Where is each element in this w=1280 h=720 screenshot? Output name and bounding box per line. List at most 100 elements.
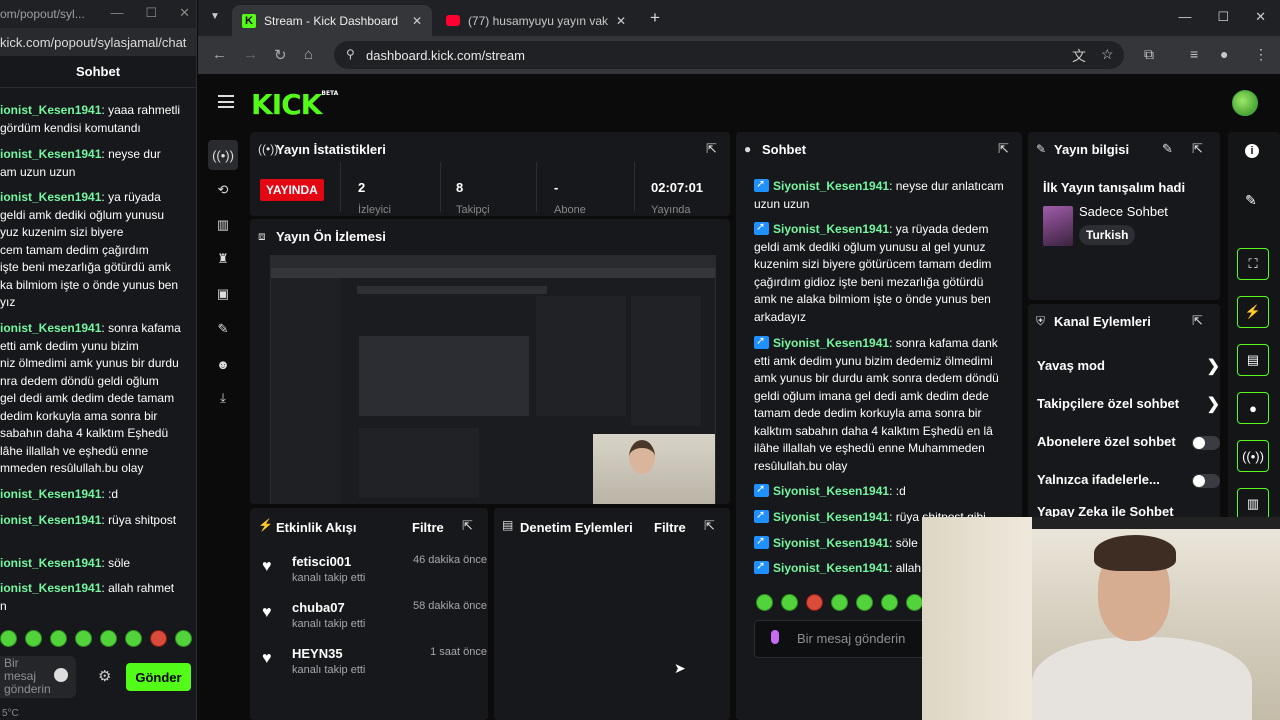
lightning-button[interactable]: ⚡ (1237, 296, 1269, 328)
users-nav-icon[interactable]: ☻ (213, 354, 233, 374)
chat-username[interactable]: Siyonist_Kesen1941 (773, 510, 889, 524)
filter-button[interactable]: Filtre (412, 520, 444, 535)
subscribers-only-toggle[interactable] (1192, 436, 1220, 450)
settings-nav-icon[interactable]: ✎ (213, 319, 233, 339)
tab-youtube[interactable]: (77) husamyuyu yayın vakti 15 ✕ (436, 5, 636, 36)
follower-name[interactable]: chuba07 (292, 600, 345, 615)
emote-icon[interactable] (831, 594, 848, 611)
bookmark-star-icon[interactable]: ☆ (1101, 46, 1114, 63)
media-icon[interactable]: ≡ (1190, 46, 1198, 62)
popout-icon[interactable]: ⇱ (704, 518, 715, 534)
download-nav-icon[interactable]: ⤓ (213, 388, 233, 408)
follower-name[interactable]: fetisci001 (292, 554, 351, 569)
hamburger-menu-icon[interactable] (218, 95, 234, 108)
emote-icon[interactable] (175, 630, 192, 647)
info-icon[interactable]: i (1245, 144, 1259, 158)
new-tab-icon[interactable]: + (650, 8, 660, 28)
emote-icon[interactable] (25, 630, 42, 647)
chat-username[interactable]: ionist_Kesen1941 (0, 581, 101, 595)
popout-icon[interactable]: ⇱ (706, 141, 717, 157)
emote-icon[interactable] (0, 630, 17, 647)
microphone-icon[interactable] (771, 630, 779, 644)
popout-icon[interactable]: ⇱ (462, 518, 473, 534)
home-icon[interactable]: ⌂ (304, 46, 313, 63)
scan-button[interactable]: ⛶ (1237, 248, 1269, 280)
chat-username[interactable]: Siyonist_Kesen1941 (773, 179, 889, 193)
followers-only-row[interactable]: Takipçilere özel sohbet ❯ (1037, 396, 1220, 413)
user-avatar[interactable] (1232, 90, 1258, 116)
follower-name[interactable]: HEYN35 (292, 646, 343, 661)
media-nav-icon[interactable]: ▣ (213, 284, 233, 304)
chat-username[interactable]: ionist_Kesen1941 (0, 513, 101, 527)
extensions-icon[interactable]: ⧉ (1144, 46, 1154, 63)
emote-icon[interactable] (881, 594, 898, 611)
chat-username[interactable]: ionist_Kesen1941 (0, 147, 101, 161)
chat-message: Siyonist_Kesen1941: neyse dur anlatıcam … (754, 176, 1004, 213)
stream-category[interactable]: Sadece Sohbet (1079, 204, 1168, 219)
send-button[interactable]: Gönder (126, 663, 191, 691)
minimize-icon[interactable]: — (1178, 9, 1191, 25)
community-nav-icon[interactable]: ⟲ (213, 180, 233, 200)
emote-icon[interactable] (906, 594, 923, 611)
close-tab-icon[interactable]: ✕ (412, 14, 422, 28)
close-icon[interactable]: ✕ (179, 5, 190, 21)
emote-icon[interactable] (806, 594, 823, 611)
chat-username[interactable]: Siyonist_Kesen1941 (773, 536, 889, 550)
emote-icon[interactable] (75, 630, 92, 647)
reload-icon[interactable]: ↻ (274, 46, 287, 64)
analytics-nav-icon[interactable]: ▥ (213, 215, 233, 235)
stream-preview-video[interactable] (270, 255, 716, 504)
chat-username[interactable]: Siyonist_Kesen1941 (773, 561, 889, 575)
tab-kick-dashboard[interactable]: K Stream - Kick Dashboard ✕ (232, 5, 432, 36)
chat-username[interactable]: ionist_Kesen1941 (0, 487, 101, 501)
trophy-nav-icon[interactable]: ♜ (213, 249, 233, 269)
chat-button[interactable]: ● (1237, 392, 1269, 424)
notes-button[interactable]: ▤ (1237, 344, 1269, 376)
chat-username[interactable]: Siyonist_Kesen1941 (773, 222, 889, 236)
popout-composer: Bir mesaj gönderin ⚙ Gönder (0, 656, 196, 698)
slow-mode-row[interactable]: Yavaş mod ❯ (1037, 358, 1220, 375)
translate-icon[interactable]: 文 (1072, 46, 1086, 66)
gear-icon[interactable]: ⚙ (98, 667, 111, 685)
chat-username[interactable]: ionist_Kesen1941 (0, 103, 101, 117)
layout-button[interactable]: ▥ (1237, 488, 1269, 520)
emote-icon[interactable] (756, 594, 773, 611)
kick-logo[interactable]: KICKBETA (251, 88, 338, 121)
broadcast-button[interactable]: ((•)) (1237, 440, 1269, 472)
emote-icon[interactable] (150, 630, 167, 647)
tab-search-icon[interactable]: ▼ (210, 11, 220, 22)
maximize-icon[interactable]: ☐ (145, 5, 157, 21)
close-tab-icon[interactable]: ✕ (616, 14, 626, 28)
emote-icon[interactable] (781, 594, 798, 611)
close-icon[interactable]: ✕ (1255, 9, 1266, 25)
forward-icon[interactable]: → (243, 46, 258, 63)
emote-icon[interactable] (125, 630, 142, 647)
emote-only-toggle[interactable] (1192, 474, 1220, 488)
popout-icon[interactable]: ⇱ (1192, 141, 1203, 157)
emote-icon[interactable] (50, 630, 67, 647)
filter-button[interactable]: Filtre (654, 520, 686, 535)
chat-username[interactable]: ionist_Kesen1941 (0, 190, 101, 204)
emoji-icon[interactable] (54, 668, 68, 682)
pencil-icon[interactable]: ✎ (1245, 192, 1257, 209)
site-info-icon[interactable]: ⚲ (346, 47, 355, 61)
address-bar[interactable]: ⚲ dashboard.kick.com/stream (334, 41, 1124, 69)
popout-icon[interactable]: ⇱ (998, 141, 1009, 157)
logo-text: KICK (251, 88, 322, 121)
edit-icon[interactable]: ✎ (1162, 141, 1173, 157)
emote-icon[interactable] (100, 630, 117, 647)
profile-icon[interactable]: ● (1220, 46, 1228, 62)
chat-username[interactable]: Siyonist_Kesen1941 (773, 336, 889, 350)
chat-username[interactable]: ionist_Kesen1941 (0, 556, 101, 570)
maximize-icon[interactable]: ☐ (1217, 9, 1229, 25)
emote-icon[interactable] (856, 594, 873, 611)
menu-icon[interactable]: ⋮ (1254, 46, 1268, 63)
stream-nav-icon[interactable]: ((•)) (208, 140, 238, 170)
chat-username[interactable]: ionist_Kesen1941 (0, 321, 101, 335)
back-icon[interactable]: ← (212, 46, 227, 63)
popout-address-bar[interactable]: kick.com/popout/sylasjamal/chat (0, 28, 196, 56)
live-badge: YAYINDA (260, 179, 324, 201)
popout-icon[interactable]: ⇱ (1192, 313, 1203, 329)
minimize-icon[interactable]: — (110, 5, 123, 21)
chat-username[interactable]: Siyonist_Kesen1941 (773, 484, 889, 498)
